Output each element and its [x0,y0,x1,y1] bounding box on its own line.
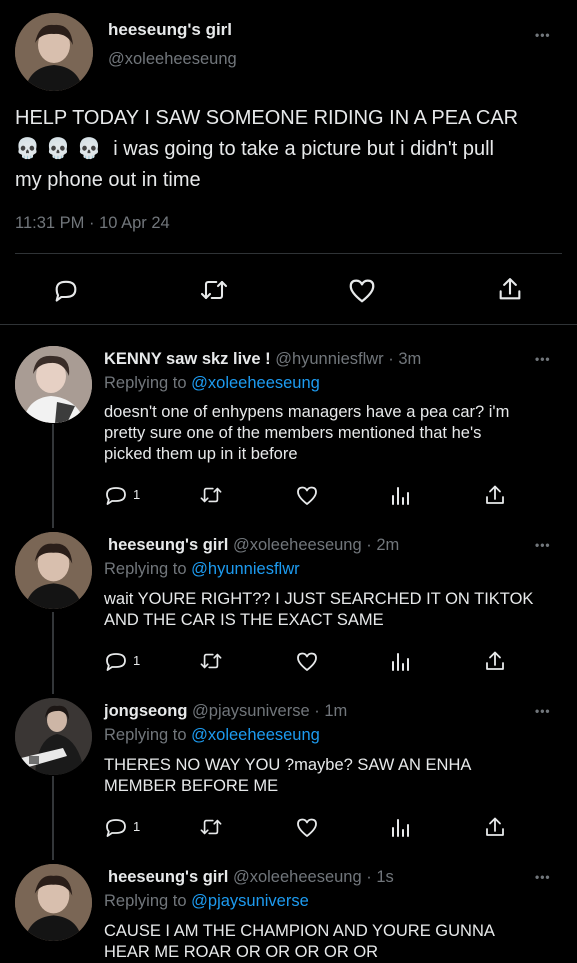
reply-header: heeseung's girl @xoleeheeseung · 1s [108,868,394,887]
avatar[interactable] [15,864,92,941]
reply-count: 1 [133,653,141,668]
reply-header: KENNY saw skz live ! @hyunniesflwr · 3m [104,350,421,369]
reply-text: wait YOURE RIGHT?? I JUST SEARCHED IT ON… [104,590,534,629]
share-icon[interactable] [497,275,523,303]
author-name[interactable]: heeseung's girl [108,20,232,40]
divider [15,253,562,254]
avatar[interactable] [15,13,93,91]
share-icon[interactable] [484,649,506,673]
retweet-icon[interactable] [197,816,225,838]
author-name[interactable]: heeseung's girl [108,536,228,554]
tweet-text: HELP TODAY I SAW SOMEONE RIDING IN A PEA… [15,103,570,196]
avatar[interactable] [15,346,92,423]
reply-count: 1 [133,487,141,502]
more-options-button[interactable]: ••• [535,870,551,884]
tweet-text-line: my phone out in time [15,169,201,191]
more-options-button[interactable]: ••• [535,704,551,718]
reply-time[interactable]: · 1s [366,868,394,886]
replying-to-link[interactable]: @pjaysuniverse [191,892,309,910]
retweet-icon[interactable] [197,484,225,506]
avatar[interactable] [15,532,92,609]
analytics-icon[interactable] [390,816,412,838]
replying-to: Replying to @hyunniesflwr [104,560,300,578]
share-icon[interactable] [484,815,506,839]
like-heart-icon[interactable] [295,650,319,672]
reply-header: jongseong @pjaysuniverse · 1m [104,702,347,721]
analytics-icon[interactable] [390,650,412,672]
skull-emoji-icon: 💀💀💀 [15,138,108,160]
replying-to-link[interactable]: @hyunniesflwr [191,560,299,578]
share-icon[interactable] [484,483,506,507]
thread-line [52,424,54,528]
avatar[interactable] [15,698,92,775]
author-name[interactable]: KENNY saw skz live ! [104,350,271,368]
reply-text: CAUSE I AM THE CHAMPION AND YOURE GUNNA … [104,922,495,961]
author-handle[interactable]: @xoleeheeseung [233,536,362,554]
author-handle[interactable]: @xoleeheeseung [108,50,237,69]
reply-text: doesn't one of enhypens managers have a … [104,403,510,463]
author-handle[interactable]: @xoleeheeseung [233,868,362,886]
tweet-timestamp[interactable]: 11:31 PM · 10 Apr 24 [15,214,170,233]
reply-icon[interactable] [104,816,128,838]
reply-text: THERES NO WAY YOU ?maybe? SAW AN ENHA ME… [104,756,472,795]
like-heart-icon[interactable] [347,276,377,304]
reply-icon[interactable] [104,650,128,672]
analytics-icon[interactable] [390,484,412,506]
more-options-button[interactable]: ••• [535,538,551,552]
divider [0,324,577,325]
thread-line [52,612,54,694]
author-name[interactable]: jongseong [104,702,187,720]
reply-time[interactable]: · 3m [388,350,421,368]
more-options-button[interactable]: ••• [535,28,551,42]
reply-icon[interactable] [52,276,80,304]
tweet-text-line: 💀💀💀 i was going to take a picture but i … [15,138,494,160]
more-options-button[interactable]: ••• [535,352,551,366]
replying-to: Replying to @xoleeheeseung [104,374,320,392]
reply-time[interactable]: · 2m [366,536,399,554]
reply-time[interactable]: · 1m [314,702,347,720]
reply-count: 1 [133,819,141,834]
author-handle[interactable]: @pjaysuniverse [192,702,310,720]
author-handle[interactable]: @hyunniesflwr [275,350,383,368]
replying-to-link[interactable]: @xoleeheeseung [191,726,320,744]
tweet-text-line: HELP TODAY I SAW SOMEONE RIDING IN A PEA… [15,107,519,129]
like-heart-icon[interactable] [295,816,319,838]
retweet-icon[interactable] [198,276,230,304]
author-name[interactable]: heeseung's girl [108,868,228,886]
replying-to: Replying to @pjaysuniverse [104,892,309,910]
retweet-icon[interactable] [197,650,225,672]
reply-icon[interactable] [104,484,128,506]
replying-to-link[interactable]: @xoleeheeseung [191,374,320,392]
replying-to: Replying to @xoleeheeseung [104,726,320,744]
thread-line [52,776,54,860]
like-heart-icon[interactable] [295,484,319,506]
reply-header: heeseung's girl @xoleeheeseung · 2m [108,536,399,555]
